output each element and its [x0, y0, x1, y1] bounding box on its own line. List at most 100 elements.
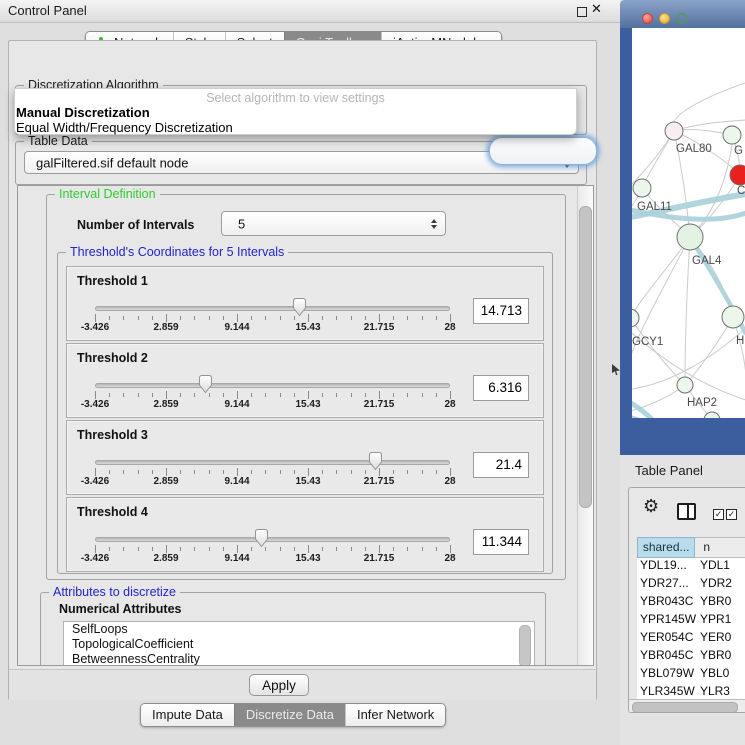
slider-thumb[interactable] — [367, 451, 384, 471]
network-window-titlebar — [620, 0, 745, 28]
slider-tick — [308, 468, 309, 476]
network-node-gal80[interactable] — [665, 122, 683, 140]
attribute-item[interactable]: TopologicalCoefficient — [64, 637, 534, 652]
threshold-value-field[interactable]: 21.4 — [473, 452, 529, 478]
slider-tick-label: 15.43 — [283, 399, 333, 410]
table-hscrollbar-thumb[interactable] — [632, 702, 738, 713]
algorithm-option[interactable]: Equal Width/Frequency Discretization — [15, 120, 576, 135]
minimize-window-icon[interactable] — [659, 13, 670, 24]
network-node-c[interactable] — [730, 165, 745, 185]
close-panel-icon[interactable]: ✕ — [591, 2, 602, 17]
tab-infer-network[interactable]: Infer Network — [345, 704, 445, 726]
attribute-item[interactable]: BetweennessCentrality — [64, 652, 534, 666]
slider-tick — [407, 393, 408, 397]
slider-thumb[interactable] — [197, 374, 214, 394]
network-edge[interactable] — [690, 145, 732, 237]
slider-track[interactable] — [95, 383, 450, 388]
threshold-value-field[interactable]: 14.713 — [473, 298, 529, 324]
column-header-shared-name[interactable]: shared... — [637, 537, 695, 558]
slider-tick-label: 9.144 — [212, 553, 262, 564]
apply-button[interactable]: Apply — [249, 674, 309, 696]
mouse-cursor — [612, 364, 620, 375]
algorithm-dropdown-popup: Select algorithm to view settings Manual… — [14, 88, 577, 135]
network-node-label: GAL11 — [637, 201, 672, 213]
table-data-group-title: Table Data — [24, 134, 92, 148]
network-canvas[interactable]: GAL80GCGAL11GAL4GCY1HHAP2 — [632, 28, 745, 418]
close-window-icon[interactable] — [642, 13, 653, 24]
network-node-hap2[interactable] — [677, 377, 693, 393]
slider-tick-label: 21.715 — [354, 399, 404, 410]
algorithm-option[interactable]: Manual Discretization — [15, 105, 576, 120]
attribute-item[interactable]: SelfLoops — [64, 622, 534, 637]
slider-tick — [365, 316, 366, 320]
network-view-window: GAL80GCGAL11GAL4GCY1HHAP2 — [620, 0, 745, 455]
network-edge[interactable] — [685, 317, 733, 385]
network-edge[interactable] — [632, 237, 690, 370]
tab-label: Impute Data — [152, 704, 223, 726]
network-edge-thick[interactable] — [632, 416, 692, 418]
network-edge[interactable] — [632, 237, 690, 318]
network-edge[interactable] — [642, 131, 674, 188]
table-row[interactable]: YDR27...YDR2 — [637, 576, 745, 594]
threshold-value-field[interactable]: 11.344 — [473, 529, 529, 555]
slider-tick — [365, 547, 366, 551]
slider-tick — [166, 545, 167, 553]
gear-icon[interactable]: ⚙ — [643, 498, 659, 516]
number-of-intervals-spinner[interactable]: 5 — [221, 211, 446, 236]
checkbox-icon-2[interactable]: ✓ — [726, 509, 737, 520]
table-row[interactable]: YBR045CYBR0 — [637, 648, 745, 666]
slider-tick — [351, 316, 352, 320]
checkbox-icon-1[interactable]: ✓ — [713, 509, 724, 520]
slider-track[interactable] — [95, 306, 450, 311]
columns-icon[interactable] — [677, 503, 696, 520]
slider-track[interactable] — [95, 460, 450, 465]
slider-tick — [237, 468, 238, 476]
network-edge[interactable] — [685, 237, 690, 385]
settings-scrollbar-track[interactable] — [577, 186, 593, 665]
slider-tick — [166, 314, 167, 322]
slider-tick — [109, 547, 110, 551]
spinner-arrows-icon — [431, 219, 437, 229]
slider-tick — [209, 316, 210, 320]
slider-tick — [194, 393, 195, 397]
float-panel-icon[interactable] — [577, 7, 587, 17]
slider-thumb[interactable] — [253, 528, 270, 548]
cell-name: YBR0 — [696, 648, 745, 666]
tab-impute-data[interactable]: Impute Data — [141, 704, 234, 726]
column-header-name[interactable]: n — [695, 537, 745, 558]
slider-tick — [180, 470, 181, 474]
network-node-gcy1[interactable] — [632, 309, 639, 327]
slider-thumb[interactable] — [291, 297, 308, 317]
slider-tick-label: 28 — [425, 476, 475, 487]
threshold-value-field[interactable]: 6.316 — [473, 375, 529, 401]
table-row[interactable]: YDL19...YDL1 — [637, 558, 745, 576]
slider-tick — [209, 547, 210, 551]
zoom-window-icon[interactable] — [676, 13, 687, 24]
slider-tick — [365, 393, 366, 397]
slider-tick — [109, 393, 110, 397]
table-row[interactable]: YER054CYER0 — [637, 630, 745, 648]
network-node-gal4[interactable] — [677, 224, 703, 250]
network-edge-thick[interactable] — [632, 400, 666, 418]
table-hscrollbar-track[interactable] — [629, 699, 745, 713]
table-row[interactable]: YPR145WYPR1 — [637, 612, 745, 630]
table-row[interactable]: YBL079WYBL0 — [637, 666, 745, 684]
settings-scrollbar-thumb[interactable] — [579, 206, 592, 508]
slider-tick-label: 28 — [425, 322, 475, 333]
network-node-h[interactable] — [722, 306, 744, 328]
slider-tick — [109, 470, 110, 474]
table-row[interactable]: YBR043CYBR0 — [637, 594, 745, 612]
slider-track[interactable] — [95, 537, 450, 542]
algorithm-combobox[interactable] — [489, 137, 597, 165]
slider-tick-label: 2.859 — [141, 322, 191, 333]
tab-discretize-data[interactable]: Discretize Data — [234, 704, 345, 726]
network-edge[interactable] — [674, 83, 745, 122]
slider-tick — [436, 393, 437, 397]
attributes-list-scrollbar[interactable] — [519, 625, 531, 666]
slider-tick — [336, 547, 337, 551]
thresholds-group-title: Threshold's Coordinates for 5 Intervals — [66, 245, 288, 259]
network-node-g[interactable] — [723, 126, 741, 144]
interval-definition-group: Interval Definition Number of Intervals … — [46, 194, 566, 580]
numerical-attributes-list[interactable]: SelfLoopsTopologicalCoefficientBetweenne… — [63, 621, 535, 666]
network-node-gal11[interactable] — [633, 179, 651, 197]
